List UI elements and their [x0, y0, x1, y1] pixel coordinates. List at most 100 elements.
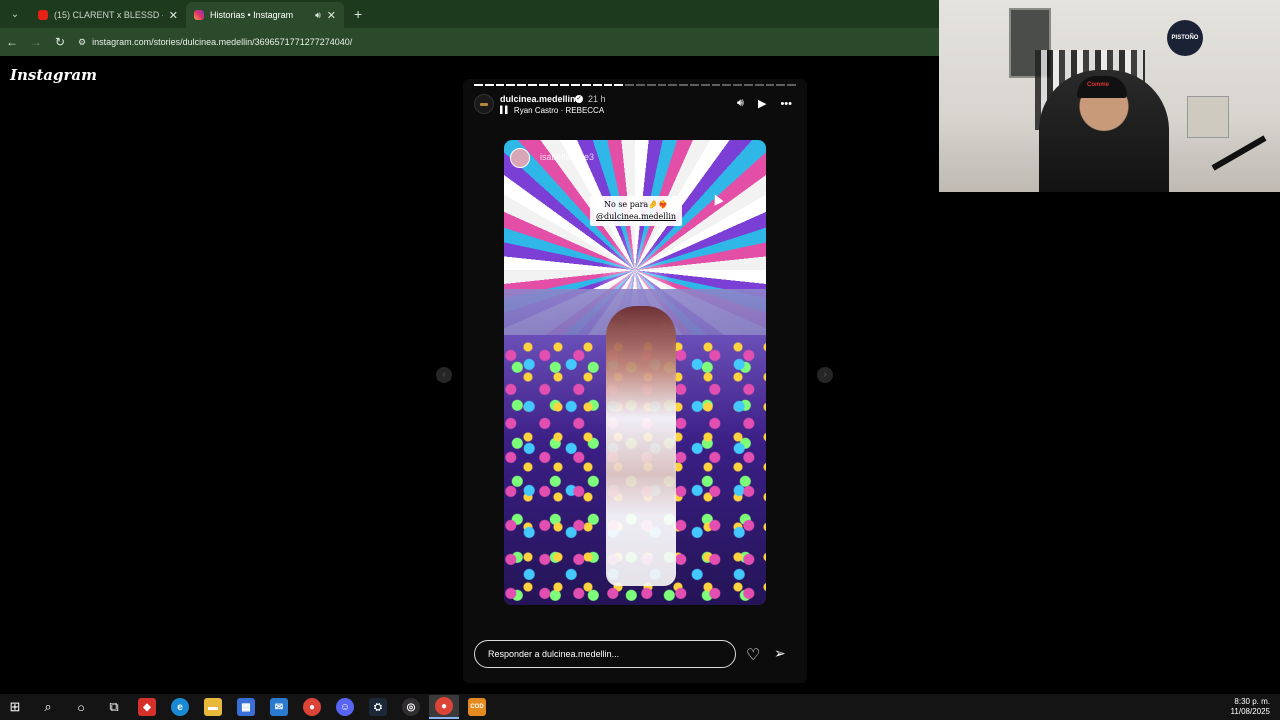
text-sticker: No se para🤌❤️‍🔥 @dulcinea.medellin	[590, 196, 683, 226]
progress-segment	[722, 84, 732, 86]
store-icon[interactable]: ▦	[231, 695, 261, 719]
sticker-text: No se para🤌❤️‍🔥	[603, 200, 669, 209]
person-figure	[606, 306, 676, 586]
browser-tab-bar: ⌄ (15) CLARENT x BLESSD - OH M ✕ Histori…	[0, 0, 940, 28]
progress-segment	[560, 84, 570, 86]
story-username[interactable]: dulcinea.medellin	[500, 94, 576, 104]
progress-segment	[679, 84, 688, 86]
windows-start-icon[interactable]: ⊞	[0, 695, 30, 719]
wall-logo: PISTOÑO	[1167, 20, 1203, 56]
heart-icon[interactable]: ♡	[746, 645, 760, 665]
file-explorer-icon[interactable]: ▬	[198, 695, 228, 719]
mail-icon[interactable]: ✉	[264, 695, 294, 719]
chrome-active-icon[interactable]: ●	[429, 695, 459, 719]
new-tab-button[interactable]: +	[354, 6, 362, 22]
progress-segment	[484, 84, 494, 86]
browser-toolbar: ← → ↻ ⚙ instagram.com/stories/dulcinea.m…	[0, 28, 940, 56]
send-icon[interactable]: ➢	[774, 645, 786, 662]
forward-arrow-icon[interactable]: →	[24, 35, 48, 49]
progress-segment	[754, 84, 764, 86]
next-story-button[interactable]: ›	[817, 367, 833, 383]
taskbar: ⊞ ⌕ ○ ⧉ ◆ e ▬ ▦ ✉ ● ☺ ⛭ ◎ ● COD 8:30 p. …	[0, 694, 1280, 720]
cap-text: Comme	[1087, 82, 1110, 88]
progress-segment	[733, 84, 742, 86]
obs-icon[interactable]: ◎	[396, 695, 426, 719]
story-controls: 🔊︎ ▶ •••	[737, 97, 792, 110]
youtube-icon	[38, 10, 48, 20]
story-viewer: dulcinea.medellin ✓ 21 h ▌▌ Ryan Castro …	[463, 79, 807, 683]
address-bar[interactable]: ⚙ instagram.com/stories/dulcinea.medelli…	[78, 32, 932, 52]
instagram-icon	[194, 10, 204, 20]
close-icon[interactable]: ✕	[169, 9, 178, 22]
progress-segment	[776, 84, 786, 86]
progress-segment	[549, 84, 559, 86]
music-label: Ryan Castro · REBECCA	[513, 106, 605, 115]
tab-youtube[interactable]: (15) CLARENT x BLESSD - OH M ✕	[30, 2, 186, 28]
call-of-duty-icon[interactable]: COD	[462, 695, 492, 719]
clock-time: 8:30 p. m.	[1234, 697, 1270, 706]
progress-segment	[765, 84, 775, 86]
instagram-logo[interactable]: Instagram	[10, 66, 97, 84]
edge-icon[interactable]: e	[165, 695, 195, 719]
progress-segment	[635, 84, 645, 86]
clock-date: 11/08/2025	[1230, 707, 1270, 716]
progress-segment	[517, 84, 526, 86]
progress-segment	[625, 84, 634, 86]
progress-segment	[614, 84, 624, 86]
app-red-icon[interactable]: ◆	[132, 695, 162, 719]
progress-segment	[700, 84, 710, 86]
shelf	[1187, 96, 1229, 138]
progress-segment	[668, 84, 678, 86]
reload-icon[interactable]: ↻	[48, 35, 72, 49]
progress-segment	[581, 84, 591, 86]
story-header: dulcinea.medellin ✓ 21 h ▌▌ Ryan Castro …	[474, 93, 796, 123]
progress-segment	[538, 84, 548, 86]
story-progress-bar	[474, 84, 796, 86]
tagged-user-avatar[interactable]	[510, 148, 530, 168]
back-arrow-icon[interactable]: ←	[0, 35, 24, 49]
site-info-icon[interactable]: ⚙	[78, 37, 86, 48]
steam-icon[interactable]: ⛭	[363, 695, 393, 719]
story-age: 21 h	[588, 94, 606, 104]
microphone-arm	[1211, 135, 1267, 171]
reply-placeholder: Responder a dulcinea.medellin...	[488, 649, 620, 659]
music-bars-icon: ▌▌	[500, 107, 510, 114]
system-clock[interactable]: 8:30 p. m. 11/08/2025	[1231, 697, 1270, 717]
progress-segment	[711, 84, 721, 86]
close-icon[interactable]: ✕	[327, 9, 336, 22]
music-info[interactable]: ▌▌ Ryan Castro · REBECCA	[500, 106, 604, 115]
tab-title: (15) CLARENT x BLESSD - OH M	[54, 10, 163, 20]
verified-badge-icon: ✓	[575, 95, 583, 103]
progress-segment	[603, 84, 613, 86]
search-icon[interactable]: ⌕	[33, 695, 63, 719]
progress-segment	[474, 84, 483, 86]
progress-segment	[495, 84, 505, 86]
previous-story-button[interactable]: ‹	[436, 367, 452, 383]
url-text: instagram.com/stories/dulcinea.medellin/…	[92, 37, 353, 47]
chrome-icon[interactable]: ●	[297, 695, 327, 719]
progress-segment	[657, 84, 667, 86]
progress-segment	[787, 84, 796, 86]
progress-segment	[571, 84, 580, 86]
cap: Comme	[1077, 76, 1127, 98]
tagged-user[interactable]: isabellacalle3	[540, 152, 594, 162]
avatar[interactable]	[474, 94, 494, 114]
more-options-icon[interactable]: •••	[780, 98, 792, 110]
task-view-icon[interactable]: ⧉	[99, 695, 129, 719]
discord-icon[interactable]: ☺	[330, 695, 360, 719]
volume-icon[interactable]: 🔊︎	[737, 97, 744, 110]
speaker-icon[interactable]: 🔊︎	[315, 10, 321, 21]
progress-segment	[646, 84, 656, 86]
reply-input[interactable]: Responder a dulcinea.medellin...	[474, 640, 736, 668]
sticker-mention[interactable]: @dulcinea.medellin	[596, 211, 676, 223]
webcam-overlay: PISTOÑO Comme	[939, 0, 1280, 192]
tab-instagram[interactable]: Historias • Instagram 🔊︎ ✕	[186, 2, 344, 28]
play-icon[interactable]: ▶	[758, 97, 766, 110]
tab-title: Historias • Instagram	[210, 10, 294, 20]
progress-segment	[592, 84, 602, 86]
progress-segment	[743, 84, 753, 86]
cortana-icon[interactable]: ○	[66, 695, 96, 719]
progress-segment	[506, 84, 516, 86]
tab-search-chevron-icon[interactable]: ⌄	[4, 4, 26, 24]
story-media[interactable]: isabellacalle3 No se para🤌❤️‍🔥 @dulcinea…	[504, 140, 766, 605]
